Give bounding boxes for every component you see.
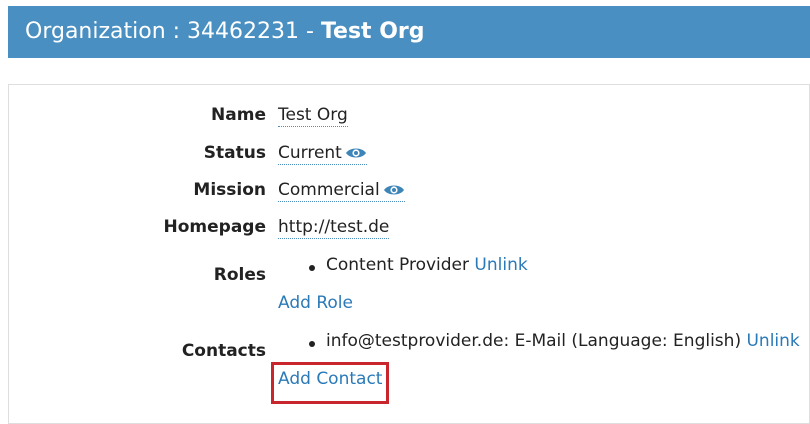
homepage-value[interactable]: http://test.de xyxy=(278,217,390,239)
page-header: Organization : 34462231 - Test Org xyxy=(8,6,810,58)
homepage-label: Homepage xyxy=(163,217,267,237)
mission-label: Mission xyxy=(193,180,266,200)
add-contact-highlight xyxy=(271,362,389,404)
name-label: Name xyxy=(211,105,266,125)
contact-unlink-link[interactable]: Unlink xyxy=(746,331,799,351)
role-unlink-link[interactable]: Unlink xyxy=(474,255,527,275)
eye-icon[interactable] xyxy=(345,146,367,160)
role-item: Content Provider Unlink xyxy=(326,255,528,275)
status-label: Status xyxy=(203,143,266,163)
org-details-panel: Name Test Org Status Current Mission Com… xyxy=(8,84,810,424)
status-value[interactable]: Current xyxy=(278,143,342,163)
header-org-name: Test Org xyxy=(320,19,425,44)
roles-label: Roles xyxy=(213,265,266,285)
status-value-wrapper[interactable]: Current xyxy=(278,143,367,165)
list-bullet xyxy=(309,265,315,271)
mission-value-wrapper[interactable]: Commercial xyxy=(278,180,405,202)
add-role-link[interactable]: Add Role xyxy=(278,293,353,313)
mission-value[interactable]: Commercial xyxy=(278,180,380,200)
header-prefix: Organization : 34462231 - xyxy=(25,19,321,44)
contacts-label: Contacts xyxy=(181,341,266,361)
role-item-text: Content Provider xyxy=(326,255,470,275)
list-bullet xyxy=(309,341,315,347)
eye-icon[interactable] xyxy=(383,183,405,197)
name-value[interactable]: Test Org xyxy=(278,105,348,127)
contact-item-text: info@testprovider.de: E-Mail (Language: … xyxy=(326,331,742,351)
contact-item: info@testprovider.de: E-Mail (Language: … xyxy=(326,331,800,351)
